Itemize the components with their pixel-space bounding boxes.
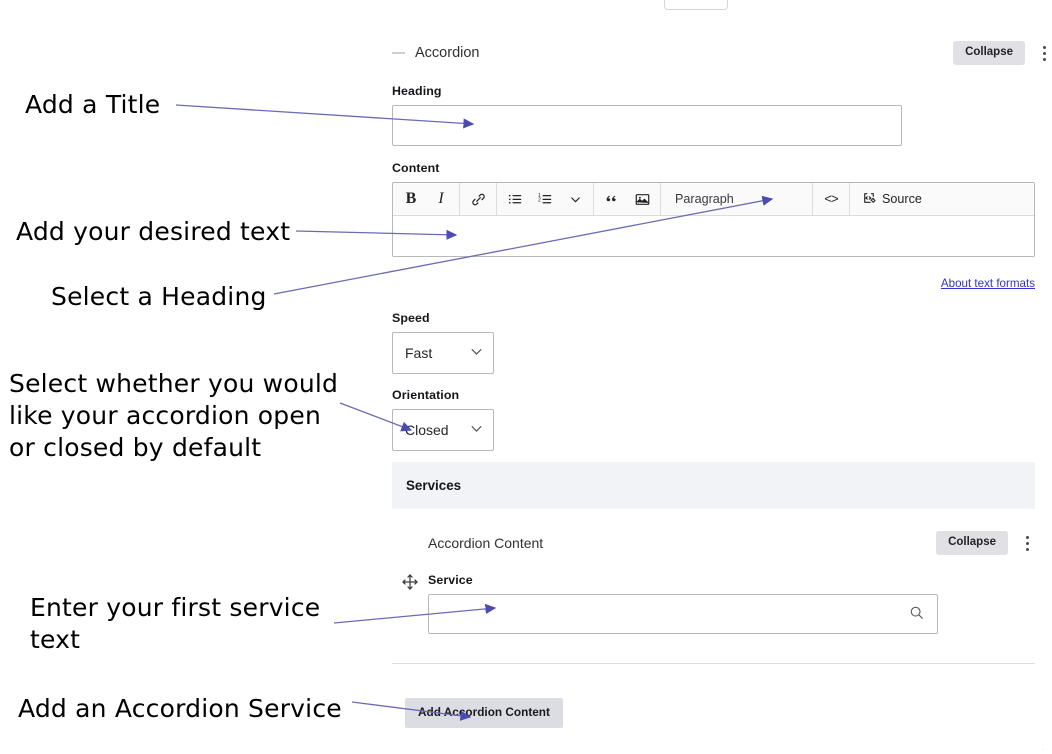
speed-select[interactable]: Fast (392, 332, 494, 374)
partial-element-above (664, 0, 728, 10)
heading-field-label: Heading (392, 84, 442, 98)
annotation-add-a-title: Add a Title (25, 90, 161, 119)
annotation-select-orientation: Select whether you would like your accor… (9, 369, 339, 462)
link-icon[interactable] (463, 185, 493, 214)
bulleted-list-icon[interactable] (500, 185, 530, 214)
speed-field-label: Speed (392, 311, 430, 325)
about-text-formats-link[interactable]: About text formats (941, 277, 1035, 290)
accordion-content-actions: Collapse (936, 531, 1035, 555)
numbered-list-icon[interactable]: 1 2 (530, 185, 560, 214)
service-input[interactable] (429, 596, 869, 632)
toolbar-group-code: <> (813, 182, 850, 216)
corner-artifact: . (1042, 745, 1044, 752)
content-field-label: Content (392, 161, 440, 175)
annotation-select-a-heading: Select a Heading (51, 282, 267, 311)
accordion-content-row: Accordion Content Collapse (428, 528, 1035, 558)
annotation-add-desired-text: Add your desired text (16, 217, 291, 246)
toolbar-group-link (460, 182, 497, 216)
move-drag-handle-icon[interactable] (400, 572, 420, 592)
add-accordion-content-button[interactable]: Add Accordion Content (405, 698, 563, 728)
kebab-menu-icon[interactable] (1019, 533, 1035, 553)
speed-select-value: Fast (405, 345, 433, 361)
annotation-enter-first-service: Enter your first service text (30, 593, 321, 654)
service-input-wrapper[interactable] (428, 594, 938, 634)
heading-input[interactable] (392, 105, 902, 146)
chevron-down-icon (469, 344, 484, 362)
paragraph-format-dropdown[interactable]: Paragraph (661, 182, 813, 216)
accordion-header-actions: Collapse (953, 41, 1052, 65)
chevron-down-icon[interactable] (560, 185, 590, 214)
kebab-menu-icon[interactable] (1036, 43, 1052, 63)
orientation-select[interactable]: Closed (392, 409, 494, 451)
services-section-header: Services (392, 462, 1035, 509)
image-icon[interactable] (627, 185, 657, 214)
italic-button[interactable]: I (426, 185, 456, 214)
source-button-label: Source (882, 192, 922, 206)
accordion-form-panel: Accordion Collapse Heading Content B I 1… (392, 0, 1052, 754)
orientation-field-label: Orientation (392, 388, 460, 402)
editor-toolbar: B I 1 2 Paragraph <> Source (393, 182, 1034, 216)
code-button[interactable]: <> (816, 185, 846, 214)
accordion-content-title: Accordion Content (428, 535, 544, 551)
toolbar-group-lists: 1 2 (497, 182, 594, 216)
content-rich-text-editor: B I 1 2 Paragraph <> Source (392, 182, 1035, 257)
chevron-down-icon (469, 421, 484, 439)
source-button[interactable]: Source (850, 183, 932, 216)
service-field-label: Service (428, 573, 473, 587)
section-divider (392, 663, 1035, 664)
bold-button[interactable]: B (396, 185, 426, 214)
collapse-button-service[interactable]: Collapse (936, 531, 1008, 555)
accordion-header-row: Accordion Collapse (392, 38, 1052, 68)
content-editable-area[interactable] (393, 216, 1034, 256)
search-icon[interactable] (908, 604, 925, 624)
minus-icon[interactable] (392, 52, 405, 54)
paragraph-format-value: Paragraph (675, 192, 734, 206)
toolbar-group-basic: B I (393, 182, 460, 216)
svg-text:2: 2 (538, 198, 541, 204)
orientation-select-value: Closed (405, 422, 449, 438)
annotation-add-accordion-service: Add an Accordion Service (18, 694, 342, 723)
collapse-button[interactable]: Collapse (953, 41, 1025, 65)
blockquote-icon[interactable] (597, 185, 627, 214)
services-section-title: Services (406, 478, 462, 493)
source-code-edit-icon (861, 190, 877, 209)
toolbar-group-insert (594, 182, 661, 216)
accordion-title: Accordion (415, 45, 480, 61)
